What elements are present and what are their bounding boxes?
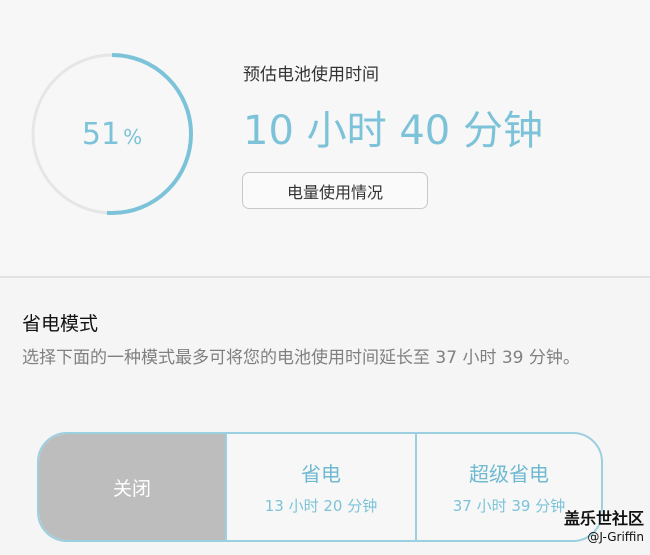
watermark-user: @J-Griffin (587, 530, 644, 544)
mode-off-label: 关闭 (112, 477, 151, 500)
battery-usage-button[interactable]: 电量使用情况 (242, 172, 428, 209)
battery-summary-card: 51 % 预估电池使用时间 10 小时 40 分钟 电量使用情况 (0, 0, 650, 276)
power-saving-description: 选择下面的一种模式最多可将您的电池使用时间延长至 37 小时 39 分钟。 (22, 348, 580, 368)
power-saving-title: 省电模式 (22, 313, 99, 335)
mode-power-saving-label: 省电 (301, 462, 341, 486)
watermark-site: 盖乐世社区 (563, 509, 644, 528)
estimated-time-label: 预估电池使用时间 (243, 65, 379, 85)
battery-level-value: 51 (81, 116, 121, 152)
mode-power-saving-button[interactable]: 省电 13 小时 20 分钟 (225, 434, 415, 540)
mode-off-button[interactable]: 关闭 (39, 434, 225, 540)
estimated-time-value: 10 小时 40 分钟 (243, 108, 543, 154)
mode-ultra-saving-label: 超级省电 (469, 462, 549, 486)
section-divider (0, 276, 650, 278)
battery-level-label: 51 % (22, 44, 202, 224)
power-mode-selector: 关闭 省电 13 小时 20 分钟 超级省电 37 小时 39 分钟 (37, 432, 603, 542)
battery-percent-sign: % (123, 125, 143, 149)
mode-power-saving-time: 13 小时 20 分钟 (264, 497, 378, 515)
mode-ultra-saving-time: 37 小时 39 分钟 (452, 497, 566, 515)
battery-level-ring: 51 % (22, 44, 202, 224)
